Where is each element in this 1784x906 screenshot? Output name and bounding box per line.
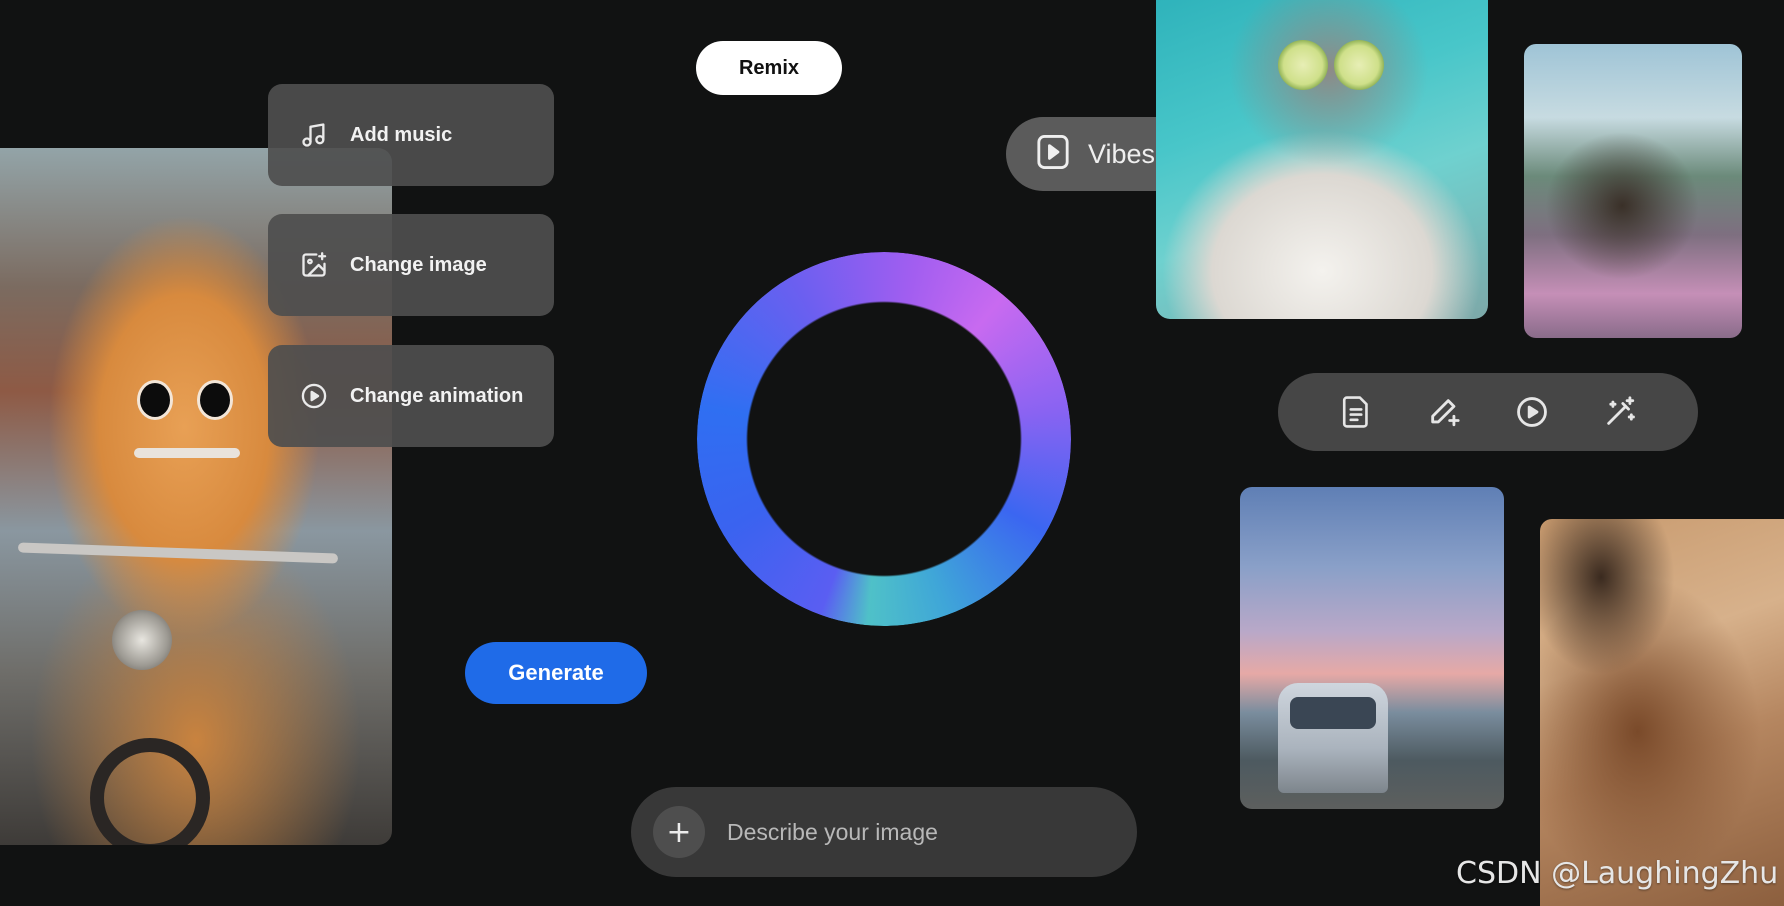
loading-ring <box>697 252 1071 626</box>
monster-right-eye <box>200 383 230 417</box>
moose-image[interactable] <box>1524 44 1742 338</box>
van-sunset-image[interactable] <box>1240 487 1504 809</box>
edit-toolbar <box>1278 373 1698 451</box>
canvas: Add music Change image Change animation … <box>0 0 1784 906</box>
describe-image-input[interactable] <box>725 817 1089 847</box>
add-music-button[interactable]: Add music <box>268 84 554 186</box>
cucumber-left <box>1278 40 1328 90</box>
bike-wheel <box>90 738 210 845</box>
pencil-sparkle-icon[interactable] <box>1422 390 1466 434</box>
image-sparkle-icon <box>298 249 330 281</box>
magic-wand-icon[interactable] <box>1598 390 1642 434</box>
play-square-icon <box>1036 133 1070 176</box>
watermark-text: CSDN @LaughingZhu <box>1456 856 1779 891</box>
music-note-icon <box>298 119 330 151</box>
play-circle-icon <box>298 380 330 412</box>
document-icon[interactable] <box>1334 390 1378 434</box>
change-image-label: Change image <box>350 253 487 276</box>
bike-headlamp <box>112 610 172 670</box>
change-animation-label: Change animation <box>350 384 524 407</box>
van-shape <box>1278 683 1388 793</box>
handlebar-shape <box>17 542 339 564</box>
van-window <box>1290 697 1376 729</box>
prompt-bar: + <box>631 787 1137 877</box>
dancers-image[interactable] <box>1540 519 1784 906</box>
play-circle-icon[interactable] <box>1510 390 1554 434</box>
monster-left-eye <box>140 383 170 417</box>
change-animation-button[interactable]: Change animation <box>268 345 554 447</box>
cucumber-right <box>1334 40 1384 90</box>
plus-icon[interactable]: + <box>653 806 705 858</box>
vibes-label: Vibes <box>1088 138 1156 169</box>
change-image-button[interactable]: Change image <box>268 214 554 316</box>
cat-bathrobe-image[interactable] <box>1156 0 1488 319</box>
add-music-label: Add music <box>350 123 453 146</box>
monster-mouth <box>134 448 240 458</box>
remix-button[interactable]: Remix <box>696 41 842 95</box>
generate-button[interactable]: Generate <box>465 642 647 704</box>
